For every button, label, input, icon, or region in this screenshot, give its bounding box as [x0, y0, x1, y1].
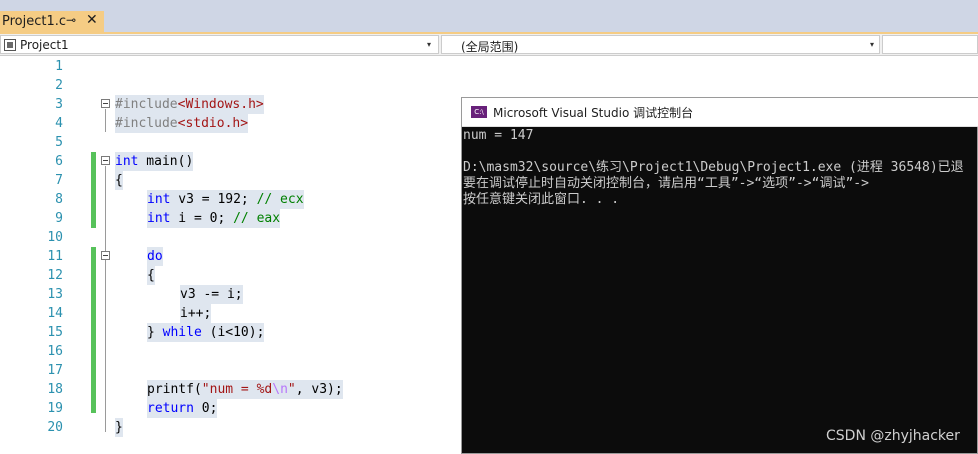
code-line-8: int v3 = 192; // ecx — [147, 190, 304, 209]
code-line-4: #include<stdio.h> — [115, 114, 249, 133]
code-line-14: i++; — [180, 304, 212, 323]
code-line-19: return 0; — [147, 399, 218, 418]
fold-toggle-icon[interactable] — [101, 99, 110, 108]
code-line-6: int main() — [115, 152, 194, 171]
line-number: 15 — [47, 325, 63, 340]
console-line: 要在调试停止时自动关闭控制台，请启用“工具”->“选项”->“调试”-> — [463, 176, 869, 191]
console-title: Microsoft Visual Studio 调试控制台 — [493, 106, 694, 120]
console-app-icon: C:\ — [471, 106, 487, 118]
code-line-15: } while (i<10); — [147, 323, 265, 342]
chevron-down-icon: ▾ — [870, 40, 875, 49]
document-tab-bar: Project1.c ⊸ ✕ — [0, 5, 978, 34]
code-line-7: { — [115, 171, 123, 190]
fold-guide — [105, 109, 106, 132]
console-line: D:\masm32\source\练习\Project1\Debug\Proje… — [463, 160, 964, 175]
line-number: 6 — [55, 154, 63, 169]
line-number: 8 — [55, 192, 63, 207]
debug-console-window[interactable]: C:\ Microsoft Visual Studio 调试控制台 num = … — [461, 97, 978, 454]
project-dropdown[interactable]: Project1 ▾ — [0, 35, 439, 54]
fold-guide — [105, 166, 106, 432]
change-marker — [91, 247, 96, 413]
watermark: CSDN @zhyjhacker — [826, 428, 960, 444]
code-line-9: int i = 0; // eax — [147, 209, 281, 228]
member-dropdown[interactable] — [882, 35, 978, 54]
pin-icon[interactable]: ⊸ — [66, 13, 76, 27]
console-output[interactable]: num = 147 D:\masm32\source\练习\Project1\D… — [462, 128, 977, 453]
line-number: 5 — [55, 135, 63, 150]
code-line-11: do — [147, 247, 163, 266]
line-number: 7 — [55, 173, 63, 188]
line-number: 11 — [47, 249, 63, 264]
tab-label: Project1.c — [2, 14, 67, 29]
code-line-20: } — [115, 418, 123, 437]
fold-toggle-icon[interactable] — [101, 156, 110, 165]
code-line-13: v3 -= i; — [180, 285, 243, 304]
chevron-down-icon: ▾ — [427, 40, 432, 49]
line-number: 1 — [55, 59, 63, 74]
line-number: 13 — [47, 287, 63, 302]
fold-toggle-icon[interactable] — [101, 251, 110, 260]
code-line-3: #include<Windows.h> — [115, 95, 264, 114]
line-number: 4 — [55, 116, 63, 131]
line-number: 18 — [47, 382, 63, 397]
line-number: 14 — [47, 306, 63, 321]
change-marker — [91, 152, 96, 228]
line-number: 16 — [47, 344, 63, 359]
line-number: 19 — [47, 401, 63, 416]
navigation-bar: Project1 ▾ (全局范围) ▾ — [0, 34, 978, 56]
line-number: 3 — [55, 97, 63, 112]
line-number: 9 — [55, 211, 63, 226]
code-line-18: printf("num = %d\n", v3); — [147, 380, 343, 399]
code-line-12: { — [147, 266, 155, 285]
project-icon — [4, 39, 16, 51]
line-number: 2 — [55, 78, 63, 93]
scope-dropdown-label: (全局范围) — [461, 40, 519, 54]
line-number: 12 — [47, 268, 63, 283]
close-icon[interactable]: ✕ — [86, 12, 98, 28]
console-line: 按任意键关闭此窗口. . . — [463, 192, 620, 207]
console-line: num = 147 — [463, 128, 534, 143]
line-number: 10 — [47, 230, 63, 245]
line-number: 20 — [47, 420, 63, 435]
project-dropdown-label: Project1 — [20, 38, 69, 52]
console-titlebar[interactable]: C:\ Microsoft Visual Studio 调试控制台 — [462, 98, 978, 127]
line-number: 17 — [47, 363, 63, 378]
tab-project1-c[interactable]: Project1.c ⊸ ✕ — [0, 11, 104, 34]
scope-dropdown[interactable]: (全局范围) ▾ — [441, 35, 880, 54]
